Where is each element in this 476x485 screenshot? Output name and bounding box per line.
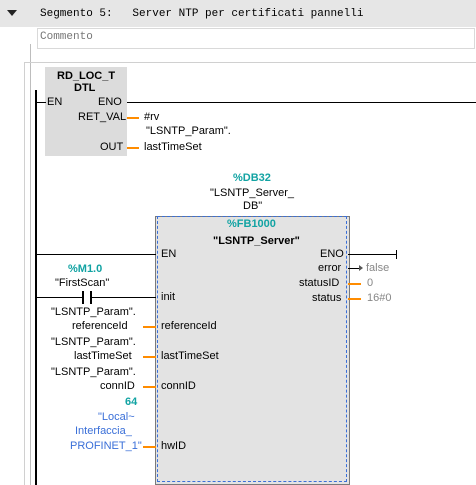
wire-hwid — [143, 446, 156, 448]
wire-eno-fb — [348, 254, 396, 255]
wire-statusid — [348, 283, 361, 285]
wire-en-rd — [37, 102, 46, 103]
power-rail — [35, 90, 37, 485]
contact-left-bar[interactable] — [82, 291, 84, 304]
wire-retval — [127, 117, 139, 119]
network-frame-left — [24, 62, 25, 485]
eno-terminator — [396, 250, 397, 259]
connid-operand-line2[interactable]: connID — [100, 380, 135, 392]
fb-lasttimeset-label: lastTimeSet — [161, 350, 219, 362]
collapse-triangle-icon[interactable] — [7, 10, 17, 16]
db-address: %DB32 — [233, 172, 271, 184]
lasttimeset-operand-line1[interactable]: "LSNTP_Param". — [51, 336, 136, 348]
error-value: false — [366, 262, 390, 274]
connid-operand-line1[interactable]: "LSNTP_Param". — [51, 366, 136, 378]
comment-field[interactable] — [37, 28, 475, 49]
wire-eno-rd — [127, 102, 476, 103]
wire-en-fb — [37, 254, 156, 255]
fb-hwid-label: hwID — [161, 440, 187, 452]
referenceid-operand-line2[interactable]: referenceId — [72, 320, 128, 332]
lasttimeset-operand-line2[interactable]: lastTimeSet — [74, 350, 132, 362]
error-arrow-icon — [359, 265, 363, 271]
rd-eno-label: ENO — [98, 96, 122, 108]
rd-retval-label: RET_VAL — [78, 111, 127, 123]
fb-name: "LSNTP_Server" — [213, 235, 300, 247]
db-name-line2[interactable]: DB" — [243, 200, 262, 212]
fb-referenceid-label: referenceId — [161, 320, 217, 332]
fb-eno-label: ENO — [320, 248, 344, 260]
segment-title: Segmento 5: Server NTP per certificati p… — [40, 8, 364, 20]
rd-loc-t-name: RD_LOC_T — [57, 70, 116, 82]
network-frame-top — [24, 62, 476, 63]
fb-status-label: status — [312, 292, 342, 304]
wire-referenceid — [143, 326, 156, 328]
hwid-operand-line1[interactable]: "Local~ — [98, 411, 135, 423]
referenceid-operand-line1[interactable]: "LSNTP_Param". — [51, 306, 136, 318]
wire-connid — [143, 386, 156, 388]
rd-out-operand-line1[interactable]: "LSNTP_Param". — [146, 125, 231, 137]
rd-out-operand-line2[interactable]: lastTimeSet — [144, 141, 202, 153]
rd-en-label: EN — [47, 96, 63, 108]
wire-contact-out — [92, 297, 156, 298]
hwid-operand-line2[interactable]: Interfaccia_ — [75, 425, 132, 437]
rd-loc-t-name-line2: DTL — [74, 82, 96, 94]
db-name-line1[interactable]: "LSNTP_Server_ — [210, 187, 294, 199]
wire-contact-in — [37, 297, 82, 298]
statusid-value: 0 — [367, 277, 374, 289]
segment-left-border — [30, 44, 31, 485]
contact-name[interactable]: "FirstScan" — [55, 277, 109, 289]
wire-lasttimeset — [143, 356, 156, 358]
status-value: 16#0 — [367, 292, 392, 304]
fb-address: %FB1000 — [227, 218, 276, 230]
wire-status — [348, 298, 361, 300]
comment-placeholder: Commento — [40, 31, 93, 43]
wire-out — [127, 147, 139, 149]
fb-error-label: error — [318, 262, 342, 274]
rd-out-label: OUT — [100, 141, 124, 153]
fb-statusid-label: statusID — [299, 277, 340, 289]
fb-en-label: EN — [161, 248, 177, 260]
hwid-operand-line3[interactable]: PROFINET_1" — [70, 440, 142, 452]
hwid-value: 64 — [125, 396, 138, 408]
contact-address: %M1.0 — [68, 263, 103, 275]
fb-connid-label: connID — [161, 380, 196, 392]
rd-retval-operand[interactable]: #rv — [144, 111, 159, 123]
fb-init-label: init — [161, 291, 176, 303]
